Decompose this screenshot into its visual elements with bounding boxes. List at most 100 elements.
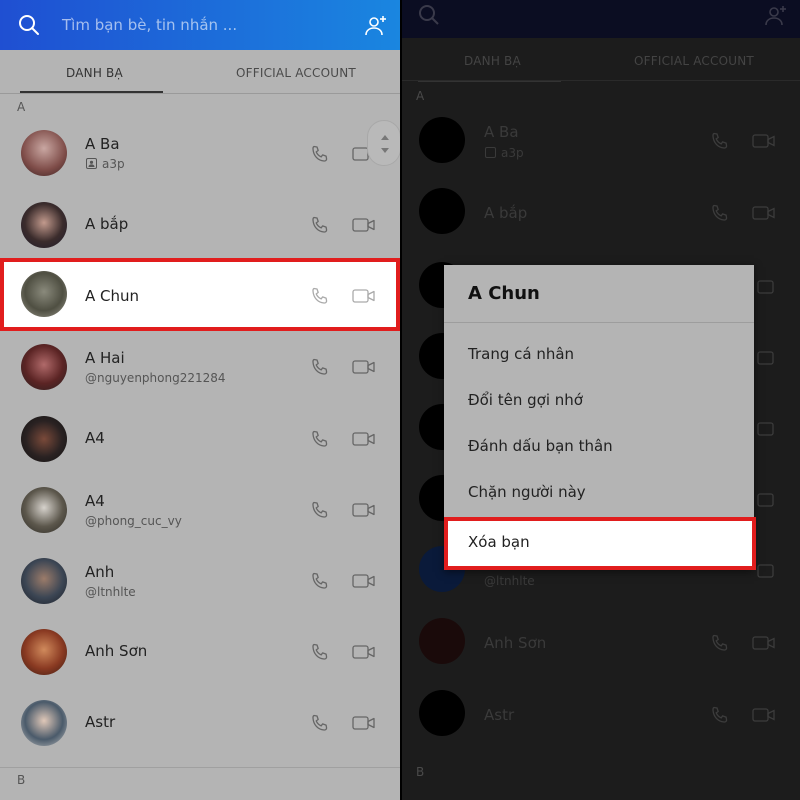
contact-row-a4[interactable]: A4: [0, 403, 400, 474]
phone-icon[interactable]: [310, 429, 330, 449]
contact-name: A Ba: [85, 135, 120, 153]
phone-icon[interactable]: [310, 357, 330, 377]
section-header-b: B: [416, 765, 425, 779]
contact-name: Astr: [484, 706, 515, 724]
add-friend-icon[interactable]: [364, 14, 388, 38]
menu-item-profile[interactable]: Trang cá nhân: [468, 345, 574, 363]
phone-icon[interactable]: [710, 203, 730, 223]
menu-item-mark-close-friend[interactable]: Đánh dấu bạn thân: [468, 437, 613, 455]
tab-official-account[interactable]: OFFICIAL ACCOUNT: [236, 66, 356, 80]
tab-official-account[interactable]: OFFICIAL ACCOUNT: [634, 54, 754, 68]
video-call-icon[interactable]: [757, 490, 797, 510]
contact-name: A4: [85, 429, 105, 447]
video-call-icon[interactable]: [352, 642, 376, 662]
contact-row-a-hai[interactable]: A Hai @nguyenphong221284: [0, 331, 400, 402]
section-header-a: A: [416, 89, 425, 103]
video-call-icon[interactable]: [352, 571, 376, 591]
contact-username: @phong_cuc_vy: [85, 514, 182, 528]
contacts-screen-left: Tìm bạn bè, tin nhắn ... DANH BẠ OFFICIA…: [0, 0, 400, 800]
contact-name: A Hai: [85, 349, 125, 367]
video-call-icon[interactable]: [752, 633, 776, 653]
avatar: [21, 700, 67, 746]
app-header: Tìm bạn bè, tin nhắn ...: [0, 0, 400, 50]
dialog-title: A Chun: [468, 283, 540, 304]
contact-name: Anh: [85, 563, 115, 581]
avatar: [419, 117, 465, 163]
contact-name: A bắp: [85, 215, 129, 233]
divider: [0, 767, 400, 768]
phone-icon[interactable]: [310, 571, 330, 591]
contact-row-astr[interactable]: Astr: [0, 687, 400, 758]
contact-row-a-ba[interactable]: A Ba a3p: [402, 105, 800, 176]
video-call-icon[interactable]: [757, 348, 797, 368]
avatar: [21, 487, 67, 533]
divider: [444, 322, 754, 323]
phone-icon[interactable]: [710, 705, 730, 725]
contact-name: Anh Sơn: [85, 642, 148, 660]
search-input[interactable]: Tìm bạn bè, tin nhắn ...: [62, 16, 237, 34]
search-icon[interactable]: [18, 14, 40, 36]
avatar: [21, 629, 67, 675]
video-call-icon[interactable]: [352, 500, 376, 520]
video-call-icon[interactable]: [352, 713, 376, 733]
contact-username: a3p: [501, 146, 524, 160]
video-call-icon[interactable]: [352, 215, 376, 235]
fast-scroll-handle[interactable]: [367, 120, 400, 166]
phone-icon[interactable]: [310, 286, 330, 306]
phone-icon[interactable]: [310, 642, 330, 662]
avatar: [419, 690, 465, 736]
search-icon[interactable]: [418, 4, 440, 26]
menu-item-rename[interactable]: Đổi tên gợi nhớ: [468, 391, 583, 409]
divider: [0, 93, 400, 94]
avatar: [21, 416, 67, 462]
contact-name: A Ba: [484, 123, 519, 141]
avatar: [419, 188, 465, 234]
video-call-icon[interactable]: [352, 429, 376, 449]
video-call-icon[interactable]: [352, 357, 376, 377]
contact-card-icon: [86, 158, 97, 169]
contacts-tabs: DANH BẠ OFFICIAL ACCOUNT: [0, 50, 400, 94]
phone-icon[interactable]: [710, 633, 730, 653]
avatar: [21, 130, 67, 176]
contact-name: A Chun: [85, 287, 140, 305]
contact-row-astr[interactable]: Astr: [402, 678, 800, 749]
phone-icon[interactable]: [310, 713, 330, 733]
video-call-icon[interactable]: [752, 705, 776, 725]
video-call-icon[interactable]: [757, 419, 797, 439]
contact-row-a-ba[interactable]: A Ba a3p: [0, 117, 400, 188]
avatar: [21, 202, 67, 248]
phone-icon[interactable]: [310, 215, 330, 235]
contact-row-anh-son[interactable]: Anh Sơn: [0, 616, 400, 687]
avatar: [21, 271, 67, 317]
video-call-icon[interactable]: [757, 561, 797, 581]
contact-name: Anh Sơn: [484, 634, 547, 652]
menu-item-block[interactable]: Chặn người này: [468, 483, 586, 501]
video-call-icon[interactable]: [352, 286, 376, 306]
contact-username: @ltnhlte: [484, 574, 535, 588]
contacts-tabs: DANH BẠ OFFICIAL ACCOUNT: [402, 38, 800, 82]
section-header-a: A: [17, 100, 26, 114]
video-call-icon[interactable]: [757, 277, 797, 297]
contact-row-a-bap[interactable]: A bắp: [0, 189, 400, 260]
contact-username: a3p: [102, 157, 125, 171]
video-call-icon[interactable]: [752, 131, 776, 151]
phone-icon[interactable]: [310, 144, 330, 164]
contact-row-anh[interactable]: Anh @ltnhlte: [0, 545, 400, 616]
tab-danh-ba[interactable]: DANH BẠ: [464, 54, 521, 68]
section-header-b: B: [17, 773, 26, 787]
avatar: [21, 344, 67, 390]
contact-row-a-bap[interactable]: A bắp: [402, 176, 800, 247]
contact-name: Astr: [85, 713, 116, 731]
phone-icon[interactable]: [310, 500, 330, 520]
contact-name: A4: [85, 492, 105, 510]
avatar: [419, 618, 465, 664]
menu-item-delete-friend[interactable]: Xóa bạn: [444, 517, 756, 570]
video-call-icon[interactable]: [752, 203, 776, 223]
contact-row-anh-son[interactable]: Anh Sơn: [402, 606, 800, 677]
contact-username: @nguyenphong221284: [85, 371, 226, 385]
tab-danh-ba[interactable]: DANH BẠ: [66, 66, 123, 80]
contact-row-a-chun[interactable]: A Chun: [0, 258, 400, 331]
contact-row-a4-phong[interactable]: A4 @phong_cuc_vy: [0, 474, 400, 545]
add-friend-icon[interactable]: [764, 4, 788, 28]
phone-icon[interactable]: [710, 131, 730, 151]
